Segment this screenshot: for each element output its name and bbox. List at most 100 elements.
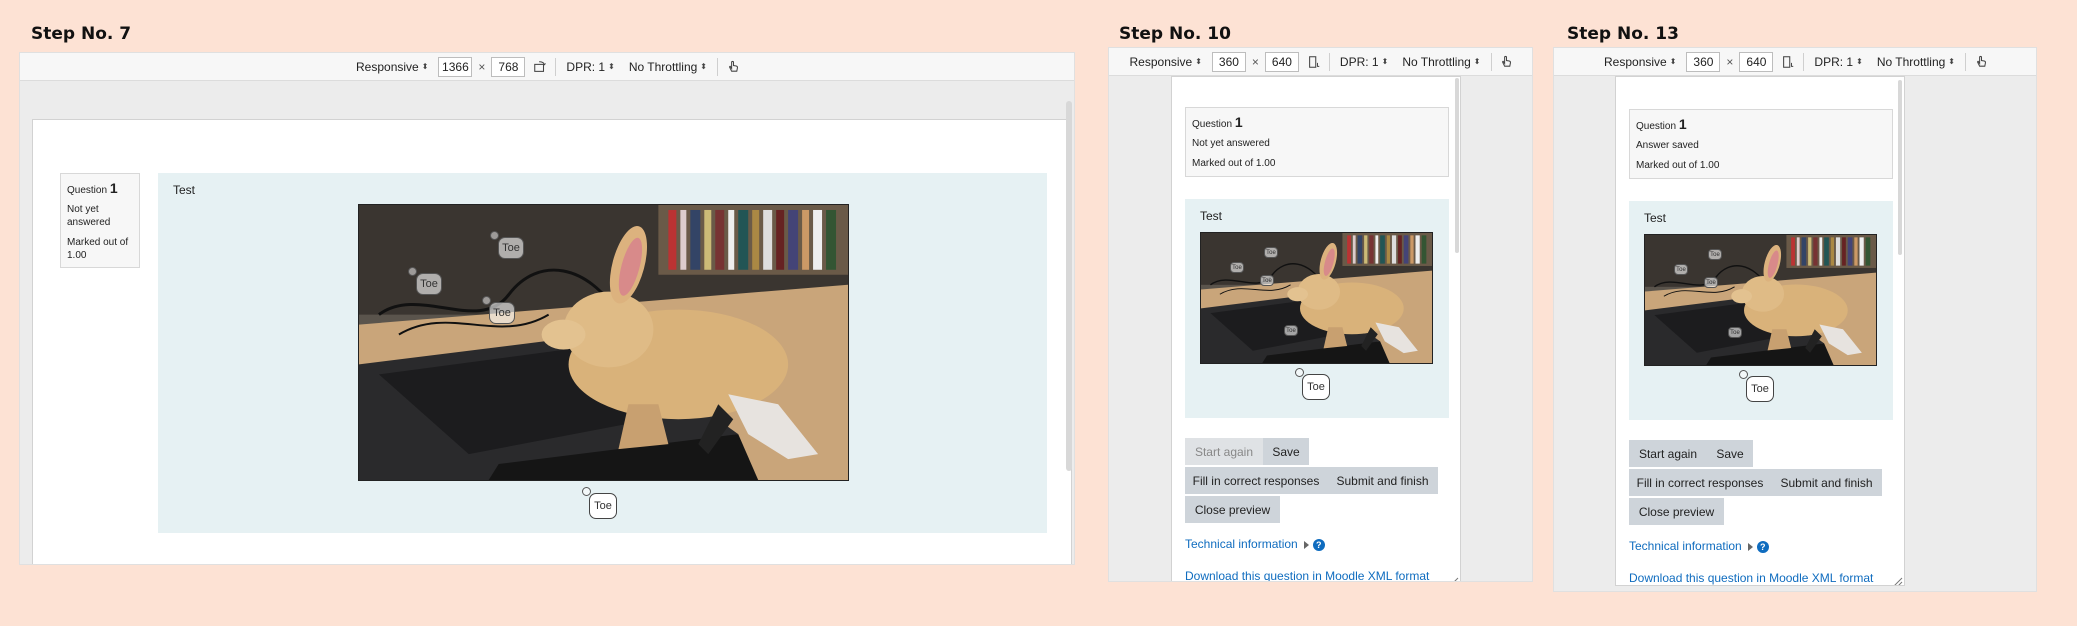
drag-item[interactable]: Toe (498, 237, 524, 259)
question-number: Question 1 (1636, 116, 1687, 132)
page-scrollbar[interactable] (1455, 78, 1459, 253)
question-number: Question 1 (1192, 114, 1243, 130)
drag-item[interactable]: Toe (1264, 247, 1278, 258)
height-input[interactable] (1264, 51, 1299, 72)
drop-marker (408, 267, 417, 276)
responsive-toolbar: Responsive⬍ × DPR: 1⬍ No Throttling⬍ (1109, 48, 1532, 76)
times-sign: × (1726, 54, 1734, 69)
technical-information-link[interactable]: Technical information? (1185, 537, 1325, 551)
toolbar-divider (1328, 52, 1330, 71)
rotate-viewport-icon[interactable] (531, 58, 549, 76)
resize-grip-icon[interactable] (1893, 574, 1903, 584)
resize-grip-icon[interactable] (1449, 574, 1459, 582)
question-mark: Marked out of 1.00 (1192, 158, 1276, 169)
responsive-toolbar: Responsive⬍ × DPR: 1⬍ No Throttling⬍ (1554, 48, 2036, 76)
expand-triangle-icon (1747, 542, 1753, 551)
download-xml-link[interactable]: Download this question in Moodle XML for… (1629, 571, 1873, 585)
submit-and-finish-button[interactable]: Submit and finish (1327, 467, 1438, 494)
device-select[interactable]: Responsive ⬍ (1126, 52, 1206, 72)
drag-item[interactable]: Toe (416, 273, 442, 295)
responsive-toolbar: Responsive⬍ × DPR: 1⬍ No Throttling⬍ (20, 53, 1074, 81)
question-mark: Marked out of 1.00 (1636, 160, 1720, 171)
drag-home-item[interactable]: Toe (1746, 376, 1774, 402)
throttling-select[interactable]: No Throttling ⬍ (1873, 52, 1959, 72)
question-number: Question 1 (67, 180, 118, 196)
question-formulation: Test Toe Toe Toe Toe Toe (1185, 199, 1449, 418)
background-image: Toe Toe Toe Toe (1644, 234, 1877, 366)
toolbar-divider (1965, 52, 1966, 71)
dpr-select[interactable]: DPR: 1 ⬍ (1810, 52, 1866, 72)
step-10-title: Step No. 10 (1119, 24, 1231, 44)
step-13-title: Step No. 13 (1567, 24, 1679, 44)
question-status: Not yet answered (1192, 138, 1270, 149)
touch-simulation-icon[interactable] (1972, 53, 1990, 71)
question-text: Test (1644, 211, 1667, 225)
download-xml-link[interactable]: Download this question in Moodle XML for… (1185, 569, 1429, 581)
question-info: Question 1 Answer saved Marked out of 1.… (1629, 109, 1893, 179)
toolbar-divider (717, 57, 718, 76)
viewport: Question 1 Answer saved Marked out of 1.… (1615, 76, 1905, 586)
background-image: Toe Toe Toe (358, 204, 849, 481)
throttling-select[interactable]: No Throttling ⬍ (1398, 52, 1484, 72)
step-13-panel: Responsive⬍ × DPR: 1⬍ No Throttling⬍ Que… (1553, 47, 2037, 592)
rotate-viewport-icon[interactable] (1779, 53, 1797, 71)
fill-correct-responses-button[interactable]: Fill in correct responses (1629, 469, 1771, 496)
toolbar-divider (1490, 52, 1492, 71)
submit-and-finish-button[interactable]: Submit and finish (1771, 469, 1882, 496)
help-icon[interactable]: ? (1312, 538, 1325, 551)
width-input[interactable] (438, 56, 473, 77)
device-select[interactable]: Responsive ⬍ (1600, 52, 1680, 72)
device-select[interactable]: Responsive ⬍ (352, 57, 432, 77)
height-input[interactable] (1739, 51, 1774, 72)
drag-item[interactable]: Toe (1704, 277, 1718, 288)
select-arrows-icon: ⬍ (700, 61, 707, 71)
start-again-button[interactable]: Start again (1185, 438, 1263, 465)
question-text: Test (173, 183, 196, 197)
fill-correct-responses-button[interactable]: Fill in correct responses (1185, 467, 1327, 494)
page-scrollbar[interactable] (1898, 80, 1902, 255)
drag-item[interactable]: Toe (1728, 327, 1742, 338)
drag-item[interactable]: Toe (489, 302, 515, 324)
drop-marker (490, 231, 499, 240)
drag-home-item[interactable]: Toe (1302, 374, 1330, 400)
rotate-viewport-icon[interactable] (1305, 53, 1323, 71)
close-preview-button[interactable]: Close preview (1185, 496, 1280, 523)
drag-home-item[interactable]: Toe (589, 493, 617, 519)
select-arrows-icon: ⬍ (1473, 56, 1481, 66)
toolbar-divider (1803, 52, 1805, 71)
close-preview-button[interactable]: Close preview (1629, 498, 1724, 525)
select-arrows-icon: ⬍ (421, 61, 429, 71)
background-image: Toe Toe Toe Toe (1200, 232, 1433, 364)
expand-triangle-icon (1303, 540, 1309, 549)
dpr-select[interactable]: DPR: 1 ⬍ (1336, 52, 1392, 72)
select-arrows-icon: ⬍ (1195, 56, 1202, 66)
start-again-button[interactable]: Start again (1629, 440, 1707, 467)
drag-item[interactable]: Toe (1230, 262, 1244, 273)
question-info: Question 1 Not yet answered Marked out o… (1185, 107, 1449, 177)
dpr-select[interactable]: DPR: 1 ⬍ (562, 57, 618, 77)
question-status: Answer saved (1636, 140, 1699, 151)
question-mark: Marked out of 1.00 (67, 237, 129, 261)
drag-item[interactable]: Toe (1260, 275, 1274, 286)
save-button[interactable]: Save (1263, 438, 1309, 465)
viewport: Question 1 Not yet answered Marked out o… (32, 119, 1072, 564)
select-arrows-icon: ⬍ (1381, 56, 1389, 66)
viewport: Question 1 Not yet answered Marked out o… (1171, 76, 1461, 582)
touch-simulation-icon[interactable] (724, 58, 742, 76)
save-button[interactable]: Save (1707, 440, 1753, 467)
drag-item[interactable]: Toe (1284, 325, 1298, 336)
toolbar-divider (555, 57, 557, 76)
question-text: Test (1200, 209, 1223, 223)
height-input[interactable] (491, 56, 526, 77)
page-scrollbar[interactable] (1066, 101, 1072, 471)
drag-item[interactable]: Toe (1708, 249, 1722, 260)
select-arrows-icon: ⬍ (1948, 56, 1955, 66)
touch-simulation-icon[interactable] (1498, 53, 1516, 71)
drag-item[interactable]: Toe (1674, 264, 1688, 275)
select-arrows-icon: ⬍ (608, 61, 615, 71)
width-input[interactable] (1211, 51, 1246, 72)
help-icon[interactable]: ? (1756, 540, 1769, 553)
throttling-select[interactable]: No Throttling ⬍ (625, 57, 711, 77)
width-input[interactable] (1686, 51, 1721, 72)
technical-information-link[interactable]: Technical information? (1629, 539, 1769, 553)
